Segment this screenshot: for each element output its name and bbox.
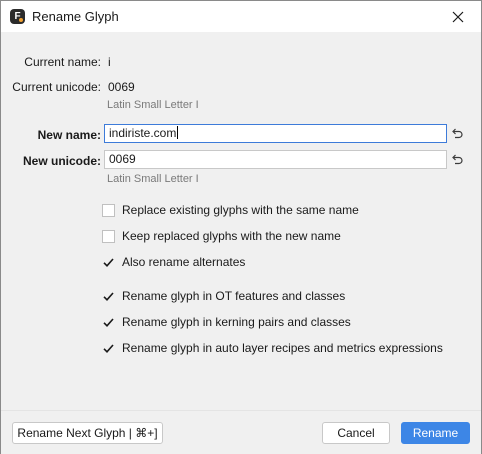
close-button[interactable] xyxy=(435,1,481,32)
current-name-label: Current name: xyxy=(24,55,101,69)
option-rename-kerning[interactable]: Rename glyph in kerning pairs and classe… xyxy=(102,314,351,330)
option-label: Keep replaced glyphs with the new name xyxy=(122,229,341,243)
dialog-body: Current name: i Current unicode: 0069 La… xyxy=(1,32,481,410)
option-replace-existing[interactable]: Replace existing glyphs with the same na… xyxy=(102,202,359,218)
new-name-input[interactable]: indiriste.com xyxy=(104,124,447,143)
checkbox[interactable] xyxy=(102,290,115,303)
new-unicode-label: New unicode: xyxy=(22,154,101,168)
option-label: Rename glyph in OT features and classes xyxy=(122,289,346,303)
option-label: Rename glyph in auto layer recipes and m… xyxy=(122,341,443,355)
app-icon: F xyxy=(10,9,25,24)
new-name-label: New name: xyxy=(37,128,101,142)
rename-next-glyph-button[interactable]: Rename Next Glyph | ⌘+] xyxy=(12,422,163,444)
checkbox[interactable] xyxy=(102,256,115,269)
rename-glyph-dialog: F Rename Glyph Current name: i Current u… xyxy=(0,0,482,454)
current-unicode-description: Latin Small Letter I xyxy=(107,99,199,111)
revert-icon[interactable] xyxy=(450,127,464,141)
option-rename-ot-features[interactable]: Rename glyph in OT features and classes xyxy=(102,288,345,304)
option-label: Replace existing glyphs with the same na… xyxy=(122,203,359,217)
checkmark-icon xyxy=(103,257,114,267)
checkmark-icon xyxy=(103,317,114,327)
current-name-value: i xyxy=(108,55,111,69)
dialog-footer: Rename Next Glyph | ⌘+] Cancel Rename xyxy=(1,410,481,454)
current-unicode-label: Current unicode: xyxy=(12,80,101,94)
text-caret xyxy=(177,126,179,139)
option-keep-replaced[interactable]: Keep replaced glyphs with the new name xyxy=(102,228,341,244)
checkbox[interactable] xyxy=(102,316,115,329)
checkbox[interactable] xyxy=(102,229,115,243)
current-unicode-value: 0069 xyxy=(108,80,135,94)
new-unicode-description: Latin Small Letter I xyxy=(107,173,199,185)
option-rename-alternates[interactable]: Also rename alternates xyxy=(102,254,245,270)
checkbox[interactable] xyxy=(102,342,115,355)
title-bar: F Rename Glyph xyxy=(1,1,481,32)
checkmark-icon xyxy=(103,291,114,301)
checkbox[interactable] xyxy=(102,203,115,217)
close-icon xyxy=(452,11,464,22)
revert-icon[interactable] xyxy=(450,153,464,167)
cancel-button[interactable]: Cancel xyxy=(322,422,390,444)
checkmark-icon xyxy=(103,343,114,353)
rename-button[interactable]: Rename xyxy=(401,422,470,444)
window-title: Rename Glyph xyxy=(32,9,119,24)
option-label: Rename glyph in kerning pairs and classe… xyxy=(122,315,351,329)
option-rename-recipes[interactable]: Rename glyph in auto layer recipes and m… xyxy=(102,340,443,356)
new-name-value: indiriste.com xyxy=(109,126,177,140)
option-label: Also rename alternates xyxy=(122,255,246,269)
new-unicode-input[interactable]: 0069 xyxy=(104,150,447,169)
